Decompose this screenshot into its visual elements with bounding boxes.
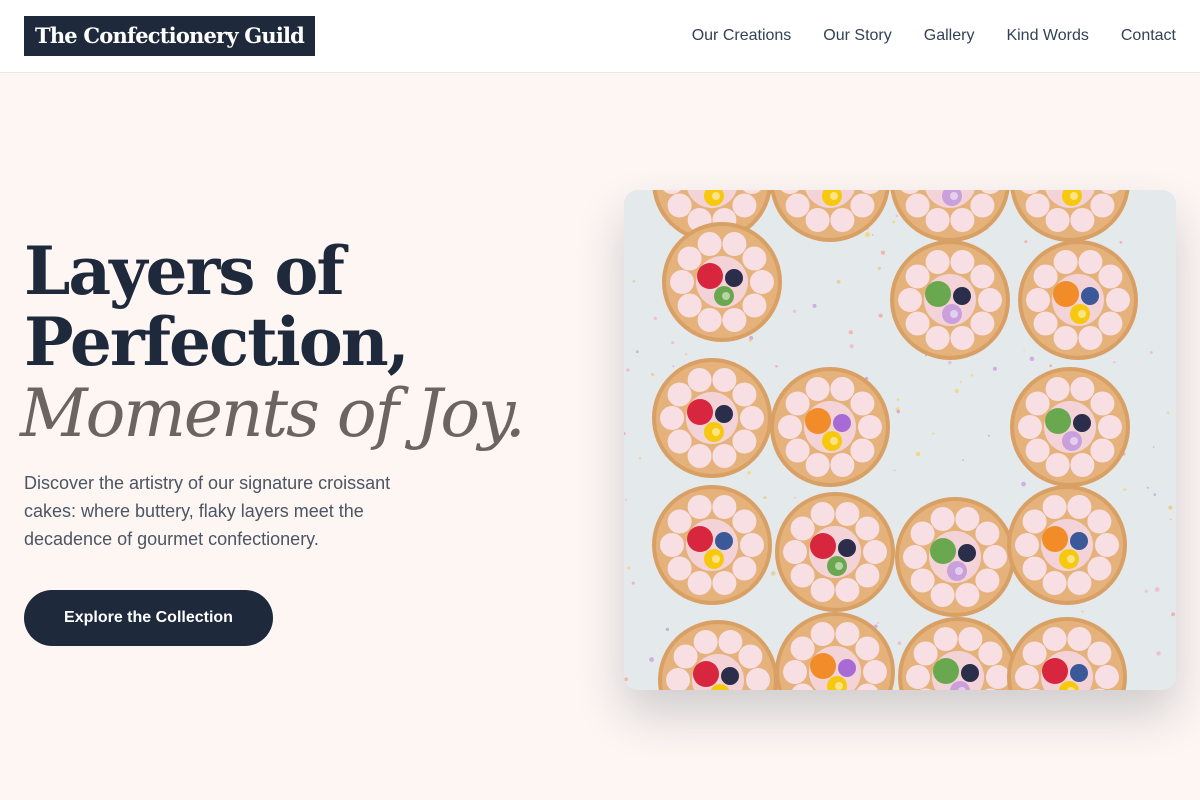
hero-copy: Layers of Perfection, Moments of Joy. Di…	[20, 232, 584, 553]
hero-description: Discover the artistry of our signature c…	[24, 473, 391, 549]
hero-image	[624, 190, 1176, 690]
nav-our-story[interactable]: Our Story	[823, 27, 891, 45]
nav-our-creations[interactable]: Our Creations	[692, 27, 792, 45]
site-header: The Confectionery Guild Our Creations Ou…	[0, 0, 1200, 73]
pastry-tart	[662, 222, 782, 342]
pastry-tart	[1007, 485, 1127, 605]
brand-logo[interactable]: The Confectionery Guild	[24, 16, 316, 56]
pastry-tarts-photo	[624, 190, 1176, 690]
headline-line-1: Layers of	[24, 232, 345, 310]
nav-gallery[interactable]: Gallery	[924, 27, 975, 45]
pastry-tart	[775, 492, 895, 612]
pastry-tart	[890, 240, 1010, 360]
headline-accent: Moments of Joy.	[20, 375, 526, 452]
pastry-tart	[652, 358, 772, 478]
nav-contact[interactable]: Contact	[1121, 27, 1176, 45]
explore-collection-button[interactable]: Explore the Collection	[24, 590, 273, 646]
nav-kind-words[interactable]: Kind Words	[1006, 27, 1088, 45]
hero-headline: Layers of Perfection, Moments of Joy.	[20, 232, 584, 450]
pastry-tart	[895, 497, 1015, 617]
main-nav: Our Creations Our Story Gallery Kind Wor…	[692, 0, 1176, 72]
pastry-tart	[770, 367, 890, 487]
pastry-tart	[1018, 240, 1138, 360]
headline-line-2: Perfection,	[24, 303, 410, 381]
pastry-tart	[652, 485, 772, 605]
pastry-tart	[1010, 367, 1130, 487]
